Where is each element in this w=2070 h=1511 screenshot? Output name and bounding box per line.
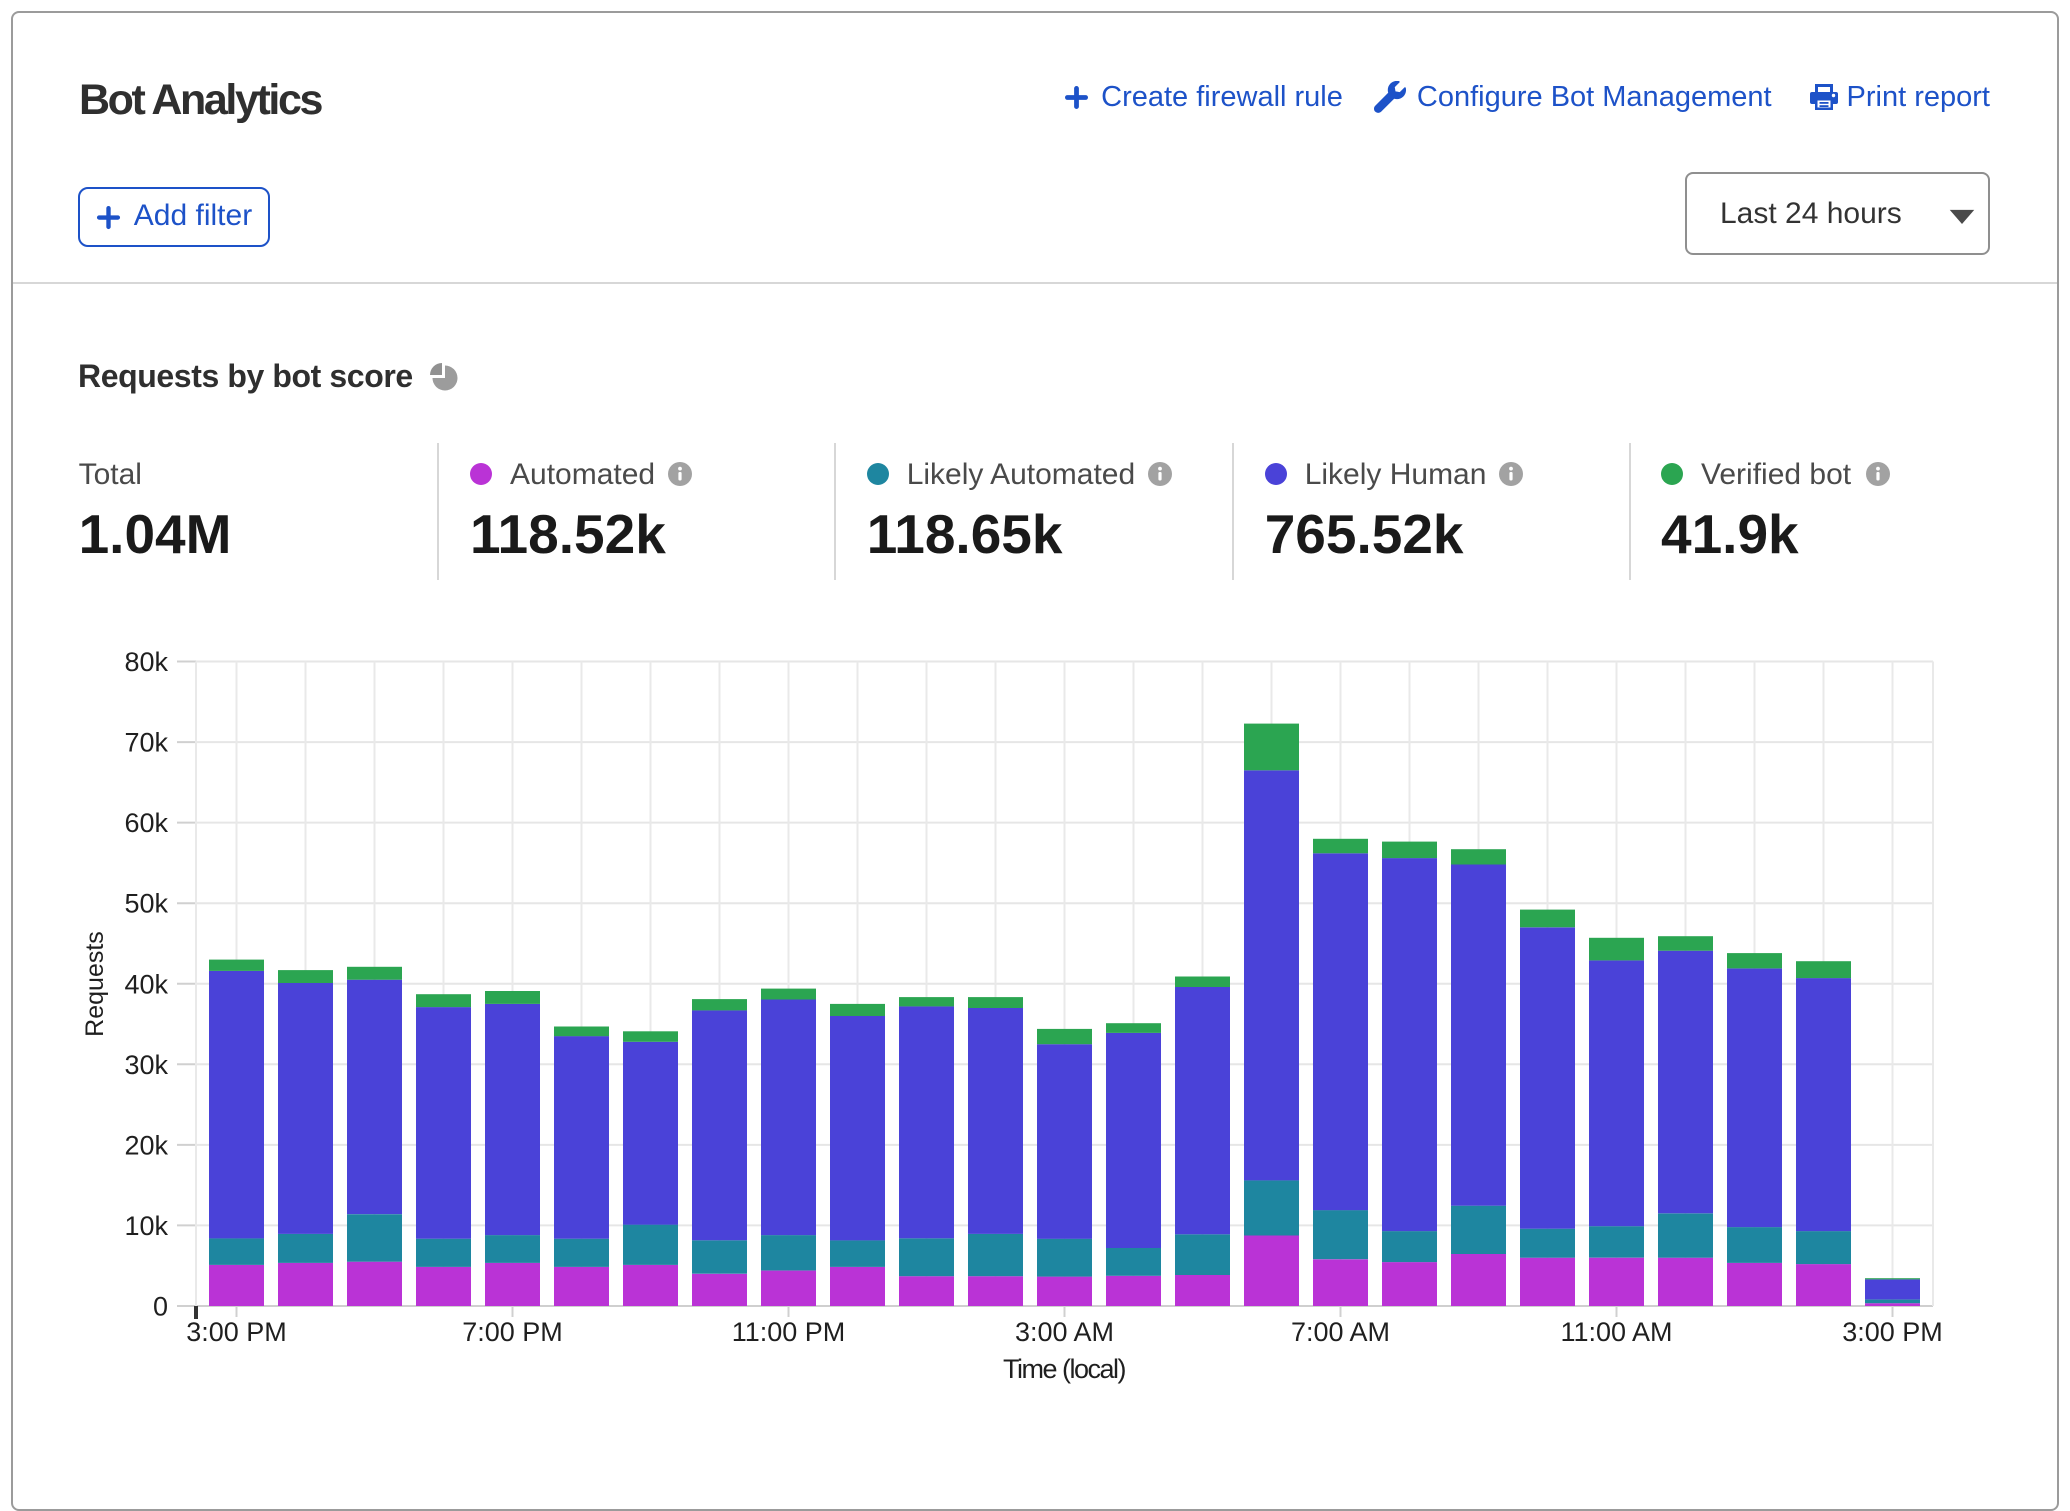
svg-text:20k: 20k [124,1130,168,1160]
svg-text:30k: 30k [124,1050,168,1080]
svg-text:7:00 AM: 7:00 AM [1291,1317,1390,1347]
svg-text:40k: 40k [124,969,168,999]
svg-text:50k: 50k [124,889,168,919]
svg-text:7:00 PM: 7:00 PM [462,1317,563,1347]
svg-text:70k: 70k [124,728,168,758]
svg-text:0: 0 [153,1292,168,1322]
svg-text:80k: 80k [124,647,168,677]
svg-text:Time (local): Time (local) [1003,1354,1126,1384]
svg-text:10k: 10k [124,1211,168,1241]
svg-text:3:00 PM: 3:00 PM [186,1317,287,1347]
svg-text:3:00 PM: 3:00 PM [1842,1317,1943,1347]
svg-text:3:00 AM: 3:00 AM [1015,1317,1114,1347]
svg-text:60k: 60k [124,808,168,838]
svg-text:11:00 AM: 11:00 AM [1560,1317,1672,1347]
svg-text:Requests: Requests [81,931,109,1037]
svg-text:11:00 PM: 11:00 PM [732,1317,846,1347]
